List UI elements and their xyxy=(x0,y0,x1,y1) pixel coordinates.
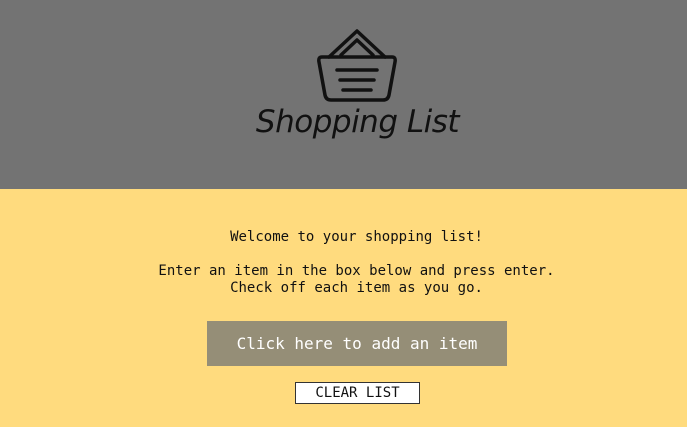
add-item-button[interactable]: Click here to add an item xyxy=(207,321,507,366)
basket-icon xyxy=(317,29,397,102)
welcome-text: Welcome to your shopping list! xyxy=(230,229,483,245)
instruction-line-1: Enter an item in the box below and press… xyxy=(158,263,555,279)
instructions: Enter an item in the box below and press… xyxy=(0,263,687,297)
instruction-line-2: Check off each item as you go. xyxy=(230,280,483,296)
page-title: Shopping List xyxy=(255,104,460,140)
main-panel: Welcome to your shopping list! Enter an … xyxy=(0,189,687,427)
app-header: Shopping List xyxy=(0,0,687,189)
clear-list-button[interactable]: CLEAR LIST xyxy=(295,382,420,404)
